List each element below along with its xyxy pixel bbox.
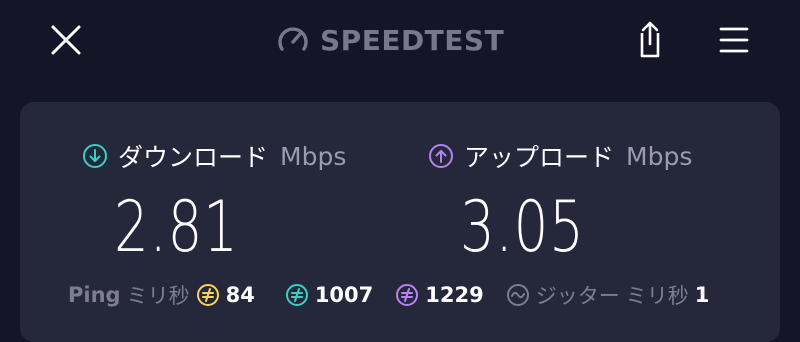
upload-label: アップロード	[464, 143, 615, 172]
speedometer-icon	[278, 27, 308, 51]
download-ping-icon	[285, 284, 308, 306]
jitter-unit: ミリ秒	[625, 284, 689, 308]
idle-ping-icon	[196, 284, 219, 306]
upload-arrow-icon	[429, 144, 453, 168]
download-speed-value: 2.81	[114, 186, 239, 268]
idle-ping-value: 84	[225, 283, 255, 307]
download-arrow-icon	[83, 144, 107, 168]
top-bar: SPEEDTEST	[0, 0, 800, 80]
upload-speed-value: 3.05	[460, 186, 585, 268]
upload-ping-icon	[396, 284, 419, 306]
ping-jitter-row: Ping ミリ秒 84 1007 1229 ジッター ミリ秒 1	[68, 280, 709, 310]
close-button[interactable]	[44, 18, 88, 62]
download-ping-value: 1007	[314, 283, 374, 307]
upload-header: アップロード Mbps	[428, 138, 692, 174]
speedtest-logo: SPEEDTEST	[276, 20, 504, 60]
jitter-value: 1	[694, 283, 710, 307]
jitter-icon	[506, 284, 529, 306]
ping-unit: ミリ秒	[126, 284, 190, 308]
upload-ping-value: 1229	[425, 283, 484, 307]
upload-unit: Mbps	[626, 141, 693, 171]
download-label: ダウンロード	[118, 143, 269, 172]
menu-icon	[719, 27, 749, 53]
download-unit: Mbps	[280, 141, 347, 171]
jitter-label: ジッター	[535, 284, 620, 308]
share-icon	[640, 21, 660, 58]
close-icon	[51, 25, 81, 55]
share-button[interactable]	[628, 16, 672, 64]
brand-name: SPEEDTEST	[320, 23, 505, 57]
menu-button[interactable]	[712, 18, 756, 62]
download-header: ダウンロード Mbps	[82, 138, 346, 174]
ping-label: Ping	[68, 283, 121, 307]
